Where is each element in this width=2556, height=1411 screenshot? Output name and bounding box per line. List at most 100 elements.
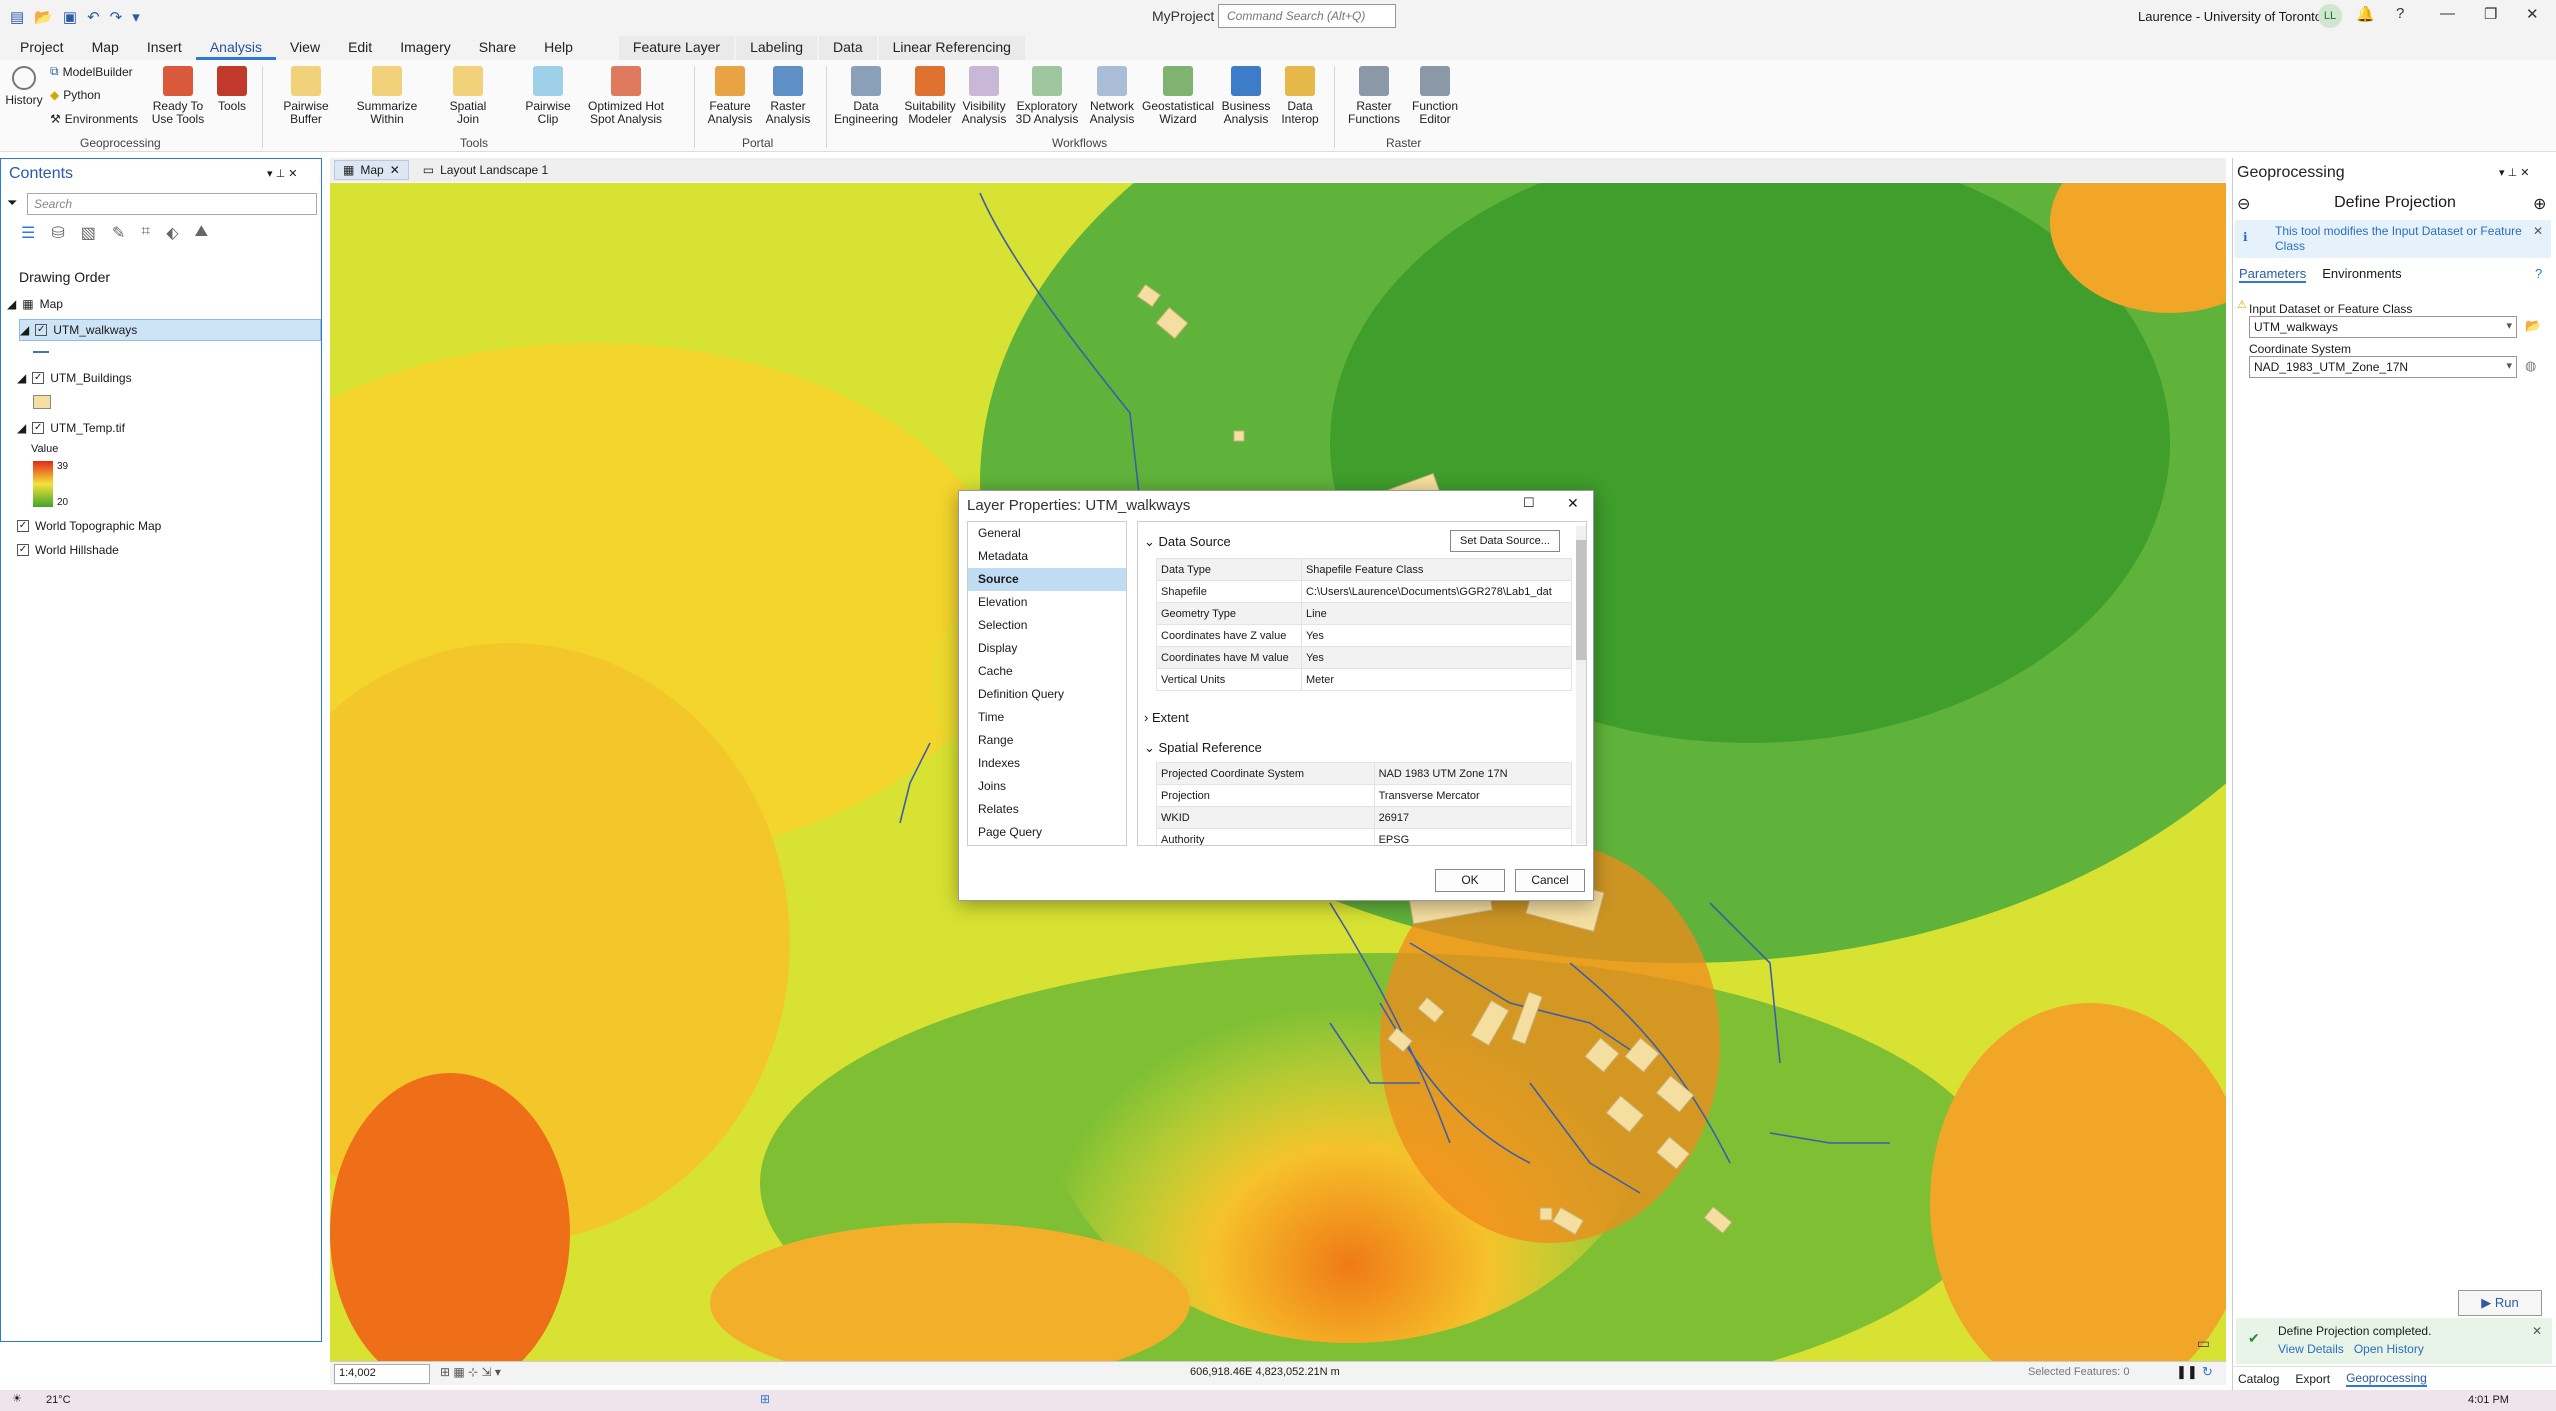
layer-row-utm-walkways[interactable]: ◢ ✓ UTM_walkways <box>19 319 321 341</box>
tab-edit[interactable]: Edit <box>334 36 386 60</box>
notification-icon[interactable]: 🔔 <box>2356 5 2375 23</box>
nav-general[interactable]: General <box>968 522 1126 545</box>
data-engineering-button[interactable]: Data Engineering <box>832 66 900 126</box>
nav-joins[interactable]: Joins <box>968 775 1126 798</box>
browse-folder-icon[interactable]: 📂 <box>2525 318 2541 334</box>
cancel-button[interactable]: Cancel <box>1515 869 1585 892</box>
tab-feature-layer[interactable]: Feature Layer <box>618 36 735 60</box>
visibility-checkbox[interactable]: ✓ <box>32 422 45 434</box>
tab-catalog[interactable]: Catalog <box>2238 1372 2279 1386</box>
tools-button[interactable]: Tools <box>212 66 252 113</box>
close-icon[interactable]: ✕ <box>2532 1324 2542 1338</box>
tab-environments[interactable]: Environments <box>2322 266 2401 283</box>
tab-project[interactable]: Project <box>6 36 78 60</box>
layer-row-world-topographic[interactable]: ✓ World Topographic Map <box>17 519 161 533</box>
weather-temp[interactable]: 21°C <box>46 1394 71 1406</box>
close-icon[interactable]: ✕ <box>2526 5 2539 23</box>
user-name[interactable]: Laurence - University of Toronto <box>2138 9 2322 24</box>
pairwise-buffer-button[interactable]: Pairwise Buffer <box>276 66 336 126</box>
redo-icon[interactable]: ↷ <box>110 8 123 26</box>
map-node[interactable]: ◢ ▦ Map <box>7 297 63 311</box>
nav-relates[interactable]: Relates <box>968 798 1126 821</box>
nav-metadata[interactable]: Metadata <box>968 545 1126 568</box>
pane-options-icon[interactable]: ▾ ⊥ ✕ <box>267 167 297 180</box>
pane-options-icon[interactable]: ▾ ⊥ ✕ <box>2499 166 2529 179</box>
nav-time[interactable]: Time <box>968 706 1126 729</box>
view-details-link[interactable]: View Details <box>2278 1342 2344 1356</box>
nav-cache[interactable]: Cache <box>968 660 1126 683</box>
data-source-section[interactable]: ⌄ Data Source <box>1144 534 1231 550</box>
raster-analysis-button[interactable]: Raster Analysis <box>758 66 818 126</box>
tab-data[interactable]: Data <box>819 36 877 60</box>
network-analysis-button[interactable]: Network Analysis <box>1082 66 1142 126</box>
maximize-icon[interactable]: ☐ <box>1523 495 1535 511</box>
command-search-input[interactable]: Command Search (Alt+Q) <box>1218 4 1396 28</box>
visibility-checkbox[interactable]: ✓ <box>17 544 29 556</box>
optimized-hot-spot-button[interactable]: Optimized Hot Spot Analysis <box>586 66 666 126</box>
tab-insert[interactable]: Insert <box>133 36 196 60</box>
nav-definition-query[interactable]: Definition Query <box>968 683 1126 706</box>
globe-icon[interactable]: ◍ <box>2525 358 2536 374</box>
open-history-link[interactable]: Open History <box>2354 1342 2424 1356</box>
tab-share[interactable]: Share <box>465 36 530 60</box>
list-by-selection-icon[interactable]: ▧ <box>81 223 96 243</box>
minimize-icon[interactable]: — <box>2440 5 2455 22</box>
ready-to-use-tools-button[interactable]: Ready To Use Tools <box>148 66 208 126</box>
nav-range[interactable]: Range <box>968 729 1126 752</box>
run-button[interactable]: ▶ Run <box>2458 1290 2542 1316</box>
filter-icon[interactable]: ⏷ <box>7 195 17 211</box>
tab-geoprocessing[interactable]: Geoprocessing <box>2346 1371 2427 1387</box>
nav-indexes[interactable]: Indexes <box>968 752 1126 775</box>
contents-search-input[interactable]: Search <box>27 193 317 215</box>
tab-analysis[interactable]: Analysis <box>195 36 276 60</box>
modelbuilder-button[interactable]: ⧉ ModelBuilder <box>50 64 133 79</box>
raster-functions-button[interactable]: Raster Functions <box>1342 66 1406 126</box>
spatial-join-button[interactable]: Spatial Join <box>438 66 498 126</box>
expand-icon[interactable]: ◢ <box>20 323 29 337</box>
geostatistical-wizard-button[interactable]: Geostatistical Wizard <box>1140 66 1216 126</box>
scrollbar[interactable] <box>1576 526 1586 844</box>
list-by-snapping-icon[interactable]: ⌗ <box>141 223 150 243</box>
list-by-perspective-icon[interactable]: ⛰ <box>195 223 208 243</box>
visibility-checkbox[interactable]: ✓ <box>17 520 29 532</box>
environments-button[interactable]: ⚒ Environments <box>50 112 138 126</box>
scale-input[interactable]: 1:4,002 <box>334 1364 430 1384</box>
suitability-modeler-button[interactable]: Suitability Modeler <box>898 66 962 126</box>
help-icon[interactable]: ? <box>2535 266 2542 281</box>
restore-icon[interactable]: ❐ <box>2484 5 2497 23</box>
data-interop-button[interactable]: Data Interop <box>1272 66 1328 126</box>
close-icon[interactable]: ✕ <box>1567 495 1579 512</box>
selected-features-count[interactable]: Selected Features: 0 <box>2028 1366 2130 1378</box>
tab-labeling[interactable]: Labeling <box>736 36 818 60</box>
nav-selection[interactable]: Selection <box>968 614 1126 637</box>
save-icon[interactable]: ▣ <box>63 8 77 26</box>
expand-icon[interactable]: ◢ <box>17 421 26 435</box>
nav-display[interactable]: Display <box>968 637 1126 660</box>
visibility-checkbox[interactable]: ✓ <box>32 372 45 384</box>
input-dataset-field[interactable]: UTM_walkways <box>2249 316 2517 338</box>
nav-source[interactable]: Source <box>968 568 1126 591</box>
list-by-source-icon[interactable]: ⛁ <box>51 223 64 243</box>
ok-button[interactable]: OK <box>1435 869 1505 892</box>
coordinate-system-field[interactable]: NAD_1983_UTM_Zone_17N <box>2249 356 2517 378</box>
pairwise-clip-button[interactable]: Pairwise Clip <box>518 66 578 126</box>
tab-imagery[interactable]: Imagery <box>386 36 465 60</box>
tab-view[interactable]: View <box>276 36 334 60</box>
list-by-labeling-icon[interactable]: ⬖ <box>166 223 178 243</box>
summarize-within-button[interactable]: Summarize Within <box>354 66 420 126</box>
list-by-editing-icon[interactable]: ✎ <box>112 223 125 243</box>
tab-map[interactable]: Map <box>78 36 133 60</box>
function-editor-button[interactable]: Function Editor <box>1404 66 1466 126</box>
tab-map-view[interactable]: ▦ Map ✕ <box>334 160 409 180</box>
add-icon[interactable]: ⊕ <box>2533 194 2546 214</box>
nav-elevation[interactable]: Elevation <box>968 591 1126 614</box>
layer-row-utm-temp[interactable]: ◢ ✓ UTM_Temp.tif <box>17 421 125 435</box>
help-icon[interactable]: ? <box>2396 5 2404 22</box>
history-button[interactable]: History <box>4 66 44 107</box>
close-icon[interactable]: ✕ <box>2533 224 2543 239</box>
map-nav-tools-icon[interactable]: ⊞ ▦ ⊹ ⇲ ▾ <box>440 1365 501 1379</box>
expand-icon[interactable]: ◢ <box>17 371 26 385</box>
extent-section[interactable]: › Extent <box>1144 710 1189 725</box>
weather-icon[interactable]: ☀ <box>12 1392 22 1405</box>
close-icon[interactable]: ✕ <box>390 163 400 177</box>
